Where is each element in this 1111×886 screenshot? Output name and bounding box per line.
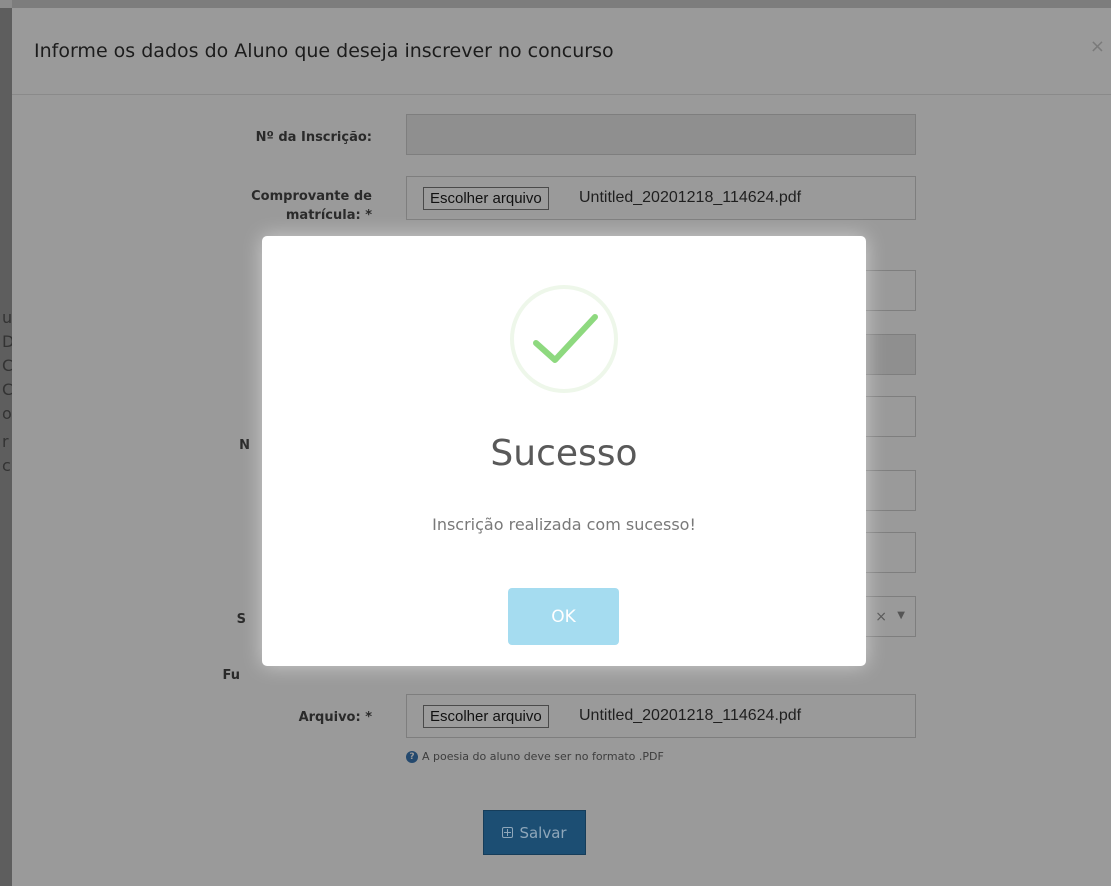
inscricao-input[interactable] (406, 114, 916, 155)
checkmark (533, 314, 598, 363)
chevron-down-icon[interactable]: ▼ (897, 610, 905, 621)
partial-label: Fu (222, 668, 241, 683)
success-alert-dialog: Sucesso Inscrição realizada com sucesso!… (262, 236, 866, 666)
save-button[interactable]: Salvar (483, 810, 586, 855)
comprovante-label: Comprovante de matrícula: * (251, 189, 372, 223)
success-ring (510, 285, 618, 393)
plus-square-icon (502, 827, 514, 838)
alert-message: Inscrição realizada com sucesso! (432, 515, 696, 534)
background-letter: u (2, 308, 13, 327)
background-page-edge: u D C C o r c (0, 0, 14, 886)
clear-icon[interactable]: × (875, 609, 887, 625)
arquivo-help-text: ? A poesia do aluno deve ser no formato … (406, 750, 664, 763)
partial-label: S (236, 612, 246, 627)
arquivo-choose-file-button[interactable]: Escolher arquivo (423, 705, 549, 728)
modal-header: Informe os dados do Aluno que deseja ins… (12, 8, 1111, 95)
success-check-icon (510, 285, 618, 393)
background-letter: c (2, 456, 11, 475)
close-icon[interactable]: × (1090, 36, 1105, 57)
modal-title: Informe os dados do Aluno que deseja ins… (34, 40, 614, 62)
comprovante-choose-file-button[interactable]: Escolher arquivo (423, 187, 549, 210)
background-letter: r (2, 432, 9, 451)
ok-button[interactable]: OK (508, 588, 619, 645)
arquivo-file-name: Untitled_20201218_114624.pdf (579, 707, 802, 724)
arquivo-label: Arquivo: * (298, 710, 372, 725)
help-text: A poesia do aluno deve ser no formato .P… (422, 750, 664, 763)
save-button-label: Salvar (519, 823, 567, 842)
alert-title: Sucesso (490, 433, 638, 474)
question-circle-icon: ? (406, 750, 418, 763)
comprovante-file-input[interactable]: Escolher arquivo Untitled_20201218_11462… (406, 176, 916, 220)
background-page-strip (0, 0, 12, 8)
background-letter: o (2, 404, 12, 423)
inscricao-label: Nº da Inscrição: (255, 130, 372, 145)
comprovante-file-name: Untitled_20201218_114624.pdf (579, 189, 802, 206)
arquivo-file-input[interactable]: Escolher arquivo Untitled_20201218_11462… (406, 694, 916, 738)
partial-label: N (239, 438, 250, 453)
